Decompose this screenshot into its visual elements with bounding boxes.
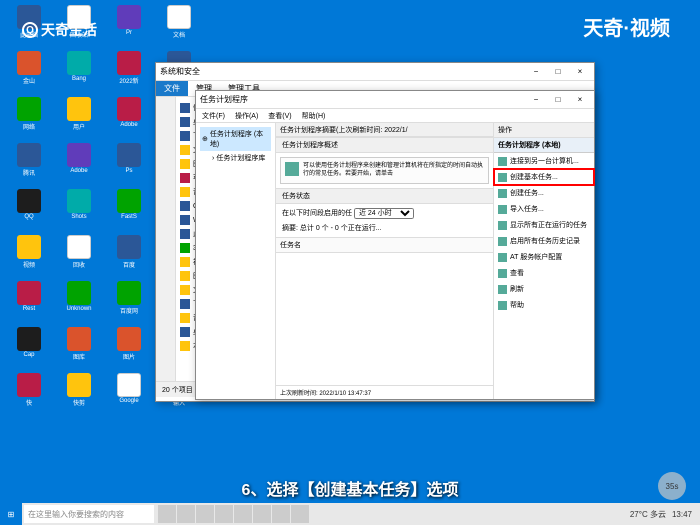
taskbar-app[interactable] <box>196 505 214 523</box>
desktop-icon[interactable]: 百度网 <box>110 281 148 319</box>
time-select[interactable]: 近 24 小时 <box>354 208 414 219</box>
taskbar: ⊞ 在这里输入你要搜索的内容 27°C 多云 13:47 <box>0 503 700 525</box>
desktop-icon[interactable]: 文档 <box>160 5 198 43</box>
file-tab[interactable]: 文件 <box>156 81 188 96</box>
desktop-icon[interactable]: Adobe <box>110 97 148 135</box>
desktop-icon[interactable]: Google <box>110 373 148 411</box>
maximize-button[interactable]: □ <box>548 95 568 104</box>
desktop-icon[interactable]: Shots <box>60 189 98 227</box>
action-create-basic-task[interactable]: 创建基本任务... <box>494 169 594 185</box>
start-button[interactable]: ⊞ <box>0 503 22 525</box>
desktop-icon[interactable]: Pr <box>110 5 148 43</box>
desktop-icon[interactable]: 网络 <box>10 97 48 135</box>
menu-file[interactable]: 文件(F) <box>202 111 225 121</box>
actions-group: 任务计划程序 (本地) <box>494 138 594 153</box>
overview-text: 可以使用任务计划程序来创建和管理计算机将在所指定的时间自动执行的常见任务。若要开… <box>280 157 489 184</box>
menubar: 文件(F) 操作(A) 查看(V) 帮助(H) <box>196 109 594 123</box>
taskbar-apps <box>158 505 309 523</box>
nav-buttons[interactable] <box>156 97 176 381</box>
desktop-icon[interactable]: 2022新 <box>110 51 148 89</box>
tree-library[interactable]: ›任务计划程序库 <box>200 151 271 165</box>
desktop-icon[interactable]: Bang <box>60 51 98 89</box>
maximize-button[interactable]: □ <box>548 67 568 76</box>
desktop-icon[interactable]: Rest <box>10 281 48 319</box>
action-show-running[interactable]: 显示所有正在运行的任务 <box>494 217 594 233</box>
taskbar-app[interactable] <box>215 505 233 523</box>
time-filter: 在以下时间段启用的任 近 24 小时 摘要: 总计 0 个 - 0 个正在运行.… <box>276 204 493 237</box>
tree-root[interactable]: ⊕任务计划程序 (本地) <box>200 127 271 151</box>
desktop-icon[interactable]: Ps <box>110 143 148 181</box>
timer-indicator: 35s <box>658 472 686 500</box>
desktop-icon[interactable]: 用户 <box>60 97 98 135</box>
center-panel: 任务计划程序摘要(上次刷新时间: 2022/1/ 任务计划程序概述 可以使用任务… <box>276 123 494 399</box>
action-enable-history[interactable]: 启用所有任务历史记录 <box>494 233 594 249</box>
action-create-task[interactable]: 创建任务... <box>494 185 594 201</box>
taskbar-app[interactable] <box>253 505 271 523</box>
taskbar-app[interactable] <box>272 505 290 523</box>
desktop-icon[interactable]: Adobe <box>60 143 98 181</box>
window-title: 任务计划程序 <box>200 94 248 105</box>
action-view[interactable]: 查看 <box>494 265 594 281</box>
desktop-icon[interactable]: 腾讯 <box>10 143 48 181</box>
menu-help[interactable]: 帮助(H) <box>302 111 326 121</box>
desktop-icon[interactable]: QQ <box>10 189 48 227</box>
footer-text: 上次刷新时间: 2022/1/10 13:47:37 <box>276 385 493 399</box>
actions-header: 操作 <box>494 123 594 138</box>
weather[interactable]: 27°C 多云 <box>630 509 666 520</box>
minimize-button[interactable]: − <box>526 95 546 104</box>
desktop-icon[interactable]: 视频 <box>10 235 48 273</box>
desktop-icon[interactable]: 快剪 <box>60 373 98 411</box>
desktop-icon[interactable]: 图片 <box>110 327 148 365</box>
column-header[interactable]: 任务名 <box>276 238 493 253</box>
overview-section: 任务计划程序概述 <box>276 137 493 153</box>
center-header: 任务计划程序摘要(上次刷新时间: 2022/1/ <box>276 123 493 137</box>
watermark-brand: 天奇·视频 <box>583 12 670 41</box>
minimize-button[interactable]: − <box>526 67 546 76</box>
action-import[interactable]: 导入任务... <box>494 201 594 217</box>
desktop-icon[interactable]: FastS <box>110 189 148 227</box>
titlebar[interactable]: 任务计划程序 − □ × <box>196 91 594 109</box>
taskbar-app[interactable] <box>158 505 176 523</box>
desktop-icon[interactable]: 百度 <box>110 235 148 273</box>
titlebar[interactable]: 系统和安全 − □ × <box>156 63 594 81</box>
clock-icon <box>285 162 299 176</box>
taskbar-app[interactable] <box>177 505 195 523</box>
action-help[interactable]: 帮助 <box>494 297 594 313</box>
action-connect[interactable]: 连接到另一台计算机... <box>494 153 594 169</box>
close-button[interactable]: × <box>570 95 590 104</box>
desktop-icon[interactable]: 金山 <box>10 51 48 89</box>
window-title: 系统和安全 <box>160 66 200 77</box>
taskbar-app[interactable] <box>291 505 309 523</box>
action-at-service[interactable]: AT 服务帐户配置 <box>494 249 594 265</box>
desktop-icon[interactable]: Cap <box>10 327 48 365</box>
desktop-icon[interactable]: 图库 <box>60 327 98 365</box>
video-subtitle: 6、选择【创建基本任务】选项 <box>242 476 459 500</box>
system-tray: 27°C 多云 13:47 <box>630 509 700 520</box>
clock[interactable]: 13:47 <box>672 510 692 519</box>
actions-panel: 操作 任务计划程序 (本地) 连接到另一台计算机... 创建基本任务... 创建… <box>494 123 594 399</box>
menu-action[interactable]: 操作(A) <box>235 111 258 121</box>
status-section: 任务状态 <box>276 188 493 204</box>
task-table: 任务名 <box>276 237 493 385</box>
summary-text: 摘要: 总计 0 个 - 0 个正在运行... <box>282 223 487 233</box>
taskbar-app[interactable] <box>234 505 252 523</box>
search-input[interactable]: 在这里输入你要搜索的内容 <box>24 505 154 523</box>
task-scheduler-window: 任务计划程序 − □ × 文件(F) 操作(A) 查看(V) 帮助(H) ⊕任务… <box>195 90 595 400</box>
tree-panel: ⊕任务计划程序 (本地) ›任务计划程序库 <box>196 123 276 399</box>
menu-view[interactable]: 查看(V) <box>268 111 291 121</box>
desktop-icon[interactable]: 回收 <box>60 235 98 273</box>
close-button[interactable]: × <box>570 67 590 76</box>
watermark-logo: Q天奇生活 <box>22 20 97 40</box>
action-refresh[interactable]: 刷新 <box>494 281 594 297</box>
desktop-icon[interactable]: Unknown <box>60 281 98 319</box>
desktop-icon[interactable]: 快 <box>10 373 48 411</box>
